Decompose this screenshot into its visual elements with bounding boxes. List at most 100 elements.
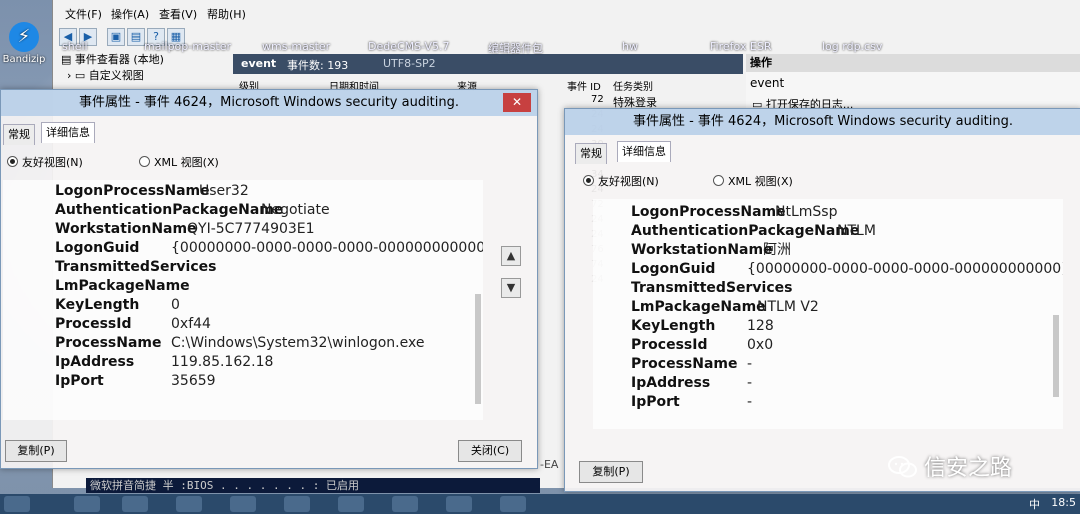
event-viewer-icon: ▤: [61, 53, 75, 66]
app-icon[interactable]: [284, 496, 310, 512]
detail-key: LogonGuid: [631, 261, 716, 277]
copy-button[interactable]: 复制(P): [5, 440, 67, 462]
chrome-icon[interactable]: [176, 496, 202, 512]
detail-key: IpPort: [631, 394, 680, 410]
radio-on-icon: [583, 175, 594, 186]
app-icon[interactable]: [500, 496, 526, 512]
detail-key: ProcessName: [55, 335, 162, 351]
log-name: event: [241, 57, 277, 70]
scroll-down-button[interactable]: ▼: [501, 278, 521, 298]
tab-details[interactable]: 详细信息: [617, 141, 671, 162]
details-pane[interactable]: LogonProcessName User32 AuthenticationPack…: [3, 180, 483, 420]
file-explorer-icon[interactable]: [74, 496, 100, 512]
tree-item-root[interactable]: ▤ 事件查看器 (本地): [61, 52, 231, 68]
detail-value: NtLmSsp: [775, 204, 838, 220]
actions-header: 操作: [746, 54, 1080, 72]
detail-key: WorkstationName: [55, 221, 197, 237]
detail-value: C:\Windows\System32\winlogon.exe: [171, 335, 425, 351]
detail-key: ProcessName: [631, 356, 738, 372]
detail-value: 阿洲: [763, 242, 791, 258]
xml-view-radio[interactable]: XML 视图(X): [139, 154, 219, 170]
detail-value: {00000000-0000-0000-0000-000000000000}: [747, 261, 1063, 277]
detail-key: ProcessId: [55, 316, 132, 332]
details-pane[interactable]: LogonProcessName NtLmSsp AuthenticationPac…: [593, 199, 1063, 429]
close-icon[interactable]: ✕: [503, 93, 531, 112]
detail-row: WorkstationName QYI-5C7774903E1: [55, 220, 315, 239]
watermark-text: 信安之路: [924, 456, 1013, 481]
detail-value: -: [181, 278, 187, 294]
desktop-file-label[interactable]: Firefox ESR: [710, 40, 771, 53]
tab-details[interactable]: 详细信息: [41, 122, 95, 143]
tab-general[interactable]: 常规: [3, 124, 35, 145]
arrow-up-icon: ▲: [506, 249, 516, 262]
detail-row: AuthenticationPackageName Negotiate: [55, 201, 330, 220]
detail-key: LogonProcessName: [631, 204, 786, 220]
menu-action[interactable]: 操作(A): [111, 6, 149, 22]
menu-file[interactable]: 文件(F): [65, 6, 102, 22]
detail-value: 0x0: [747, 337, 774, 353]
tree-item-custom-views[interactable]: › ▭ 自定义视图: [61, 68, 231, 84]
menu-help[interactable]: 帮助(H): [207, 6, 246, 22]
detail-row: IpPort 35659: [55, 372, 216, 391]
start-icon[interactable]: [4, 496, 30, 512]
detail-key: IpAddress: [55, 354, 135, 370]
desktop-file-label[interactable]: wms-master: [262, 40, 330, 53]
detail-row: KeyLength 128: [631, 317, 774, 336]
input-language-indicator[interactable]: 中: [1029, 496, 1040, 512]
detail-key: LogonProcessName: [55, 183, 210, 199]
detail-value: -: [201, 259, 207, 275]
app-icon[interactable]: [392, 496, 418, 512]
detail-key: TransmittedServices: [631, 280, 793, 296]
ime-status-bar: 微软拼音简捷 半 :BIOS . . . . . . . : 已启用: [86, 478, 540, 493]
detail-row: WorkstationName 阿洲: [631, 241, 791, 260]
desktop-file-label[interactable]: log rdp.csv: [822, 40, 882, 53]
xml-view-radio[interactable]: XML 视图(X): [713, 173, 793, 189]
event-properties-dialog-left: 事件属性 - 事件 4624，Microsoft Windows securit…: [0, 89, 538, 469]
desktop-file-label[interactable]: DedeCMS-V5.7: [368, 40, 450, 53]
folder-icon[interactable]: ▣: [107, 28, 125, 46]
scroll-up-button[interactable]: ▲: [501, 246, 521, 266]
friendly-view-radio[interactable]: 友好视图(N): [583, 173, 659, 189]
event-id-cell[interactable]: 72: [591, 92, 621, 107]
navigation-tree: ▤ 事件查看器 (本地) › ▭ 自定义视图: [61, 52, 231, 92]
folder-icon[interactable]: [122, 496, 148, 512]
desktop-file-label[interactable]: 编辑器件包: [488, 40, 543, 56]
pane-icon[interactable]: ▤: [127, 28, 145, 46]
details-scrollbar[interactable]: [1053, 315, 1059, 397]
detail-value: -: [747, 356, 753, 372]
dialog-title: 事件属性 - 事件 4624，Microsoft Windows securit…: [565, 109, 1080, 135]
desktop-file-label[interactable]: mailpop-master: [144, 40, 231, 53]
detail-key: IpAddress: [631, 375, 711, 391]
dialog-title: 事件属性 - 事件 4624，Microsoft Windows securit…: [1, 90, 537, 116]
desktop-file-label[interactable]: shell: [62, 40, 88, 53]
column-event-id[interactable]: 事件 ID: [567, 78, 601, 93]
detail-row: LogonGuid {00000000-0000-0000-0000-000000…: [631, 260, 1063, 279]
column-task[interactable]: 任务类别: [613, 78, 653, 93]
detail-row: ProcessId 0x0: [631, 336, 773, 355]
log-extra: UTF8-SP2: [383, 57, 436, 70]
wechat-icon: [888, 456, 917, 478]
close-button[interactable]: 关闭(C): [458, 440, 522, 462]
menu-bar: 文件(F) 操作(A) 查看(V) 帮助(H): [53, 2, 1080, 24]
app-icon[interactable]: [230, 496, 256, 512]
detail-value: -: [777, 280, 783, 296]
taskbar-clock[interactable]: 18:5: [1051, 496, 1076, 509]
chevron-right-icon: ›: [67, 69, 75, 82]
tab-general[interactable]: 常规: [575, 143, 607, 164]
desktop-file-label[interactable]: hw: [622, 40, 638, 53]
copy-button[interactable]: 复制(P): [579, 461, 643, 483]
detail-row: LogonProcessName User32: [55, 182, 249, 201]
detail-row: IpAddress -: [631, 374, 752, 393]
folder-icon: ▭: [74, 69, 89, 82]
app-icon[interactable]: [446, 496, 472, 512]
detail-value: NTLM: [837, 223, 876, 239]
radio-off-icon: [713, 175, 724, 186]
bandizip-desktop-icon[interactable]: ⚡ Bandizip: [2, 22, 46, 65]
app-icon[interactable]: [338, 496, 364, 512]
detail-row: LogonGuid {00000000-0000-0000-0000-000000…: [55, 239, 483, 258]
detail-key: IpPort: [55, 373, 104, 389]
event-list-header: event 事件数: 193 UTF8-SP2: [233, 54, 743, 74]
menu-view[interactable]: 查看(V): [159, 6, 197, 22]
details-scrollbar[interactable]: [475, 294, 481, 404]
friendly-view-radio[interactable]: 友好视图(N): [7, 154, 83, 170]
